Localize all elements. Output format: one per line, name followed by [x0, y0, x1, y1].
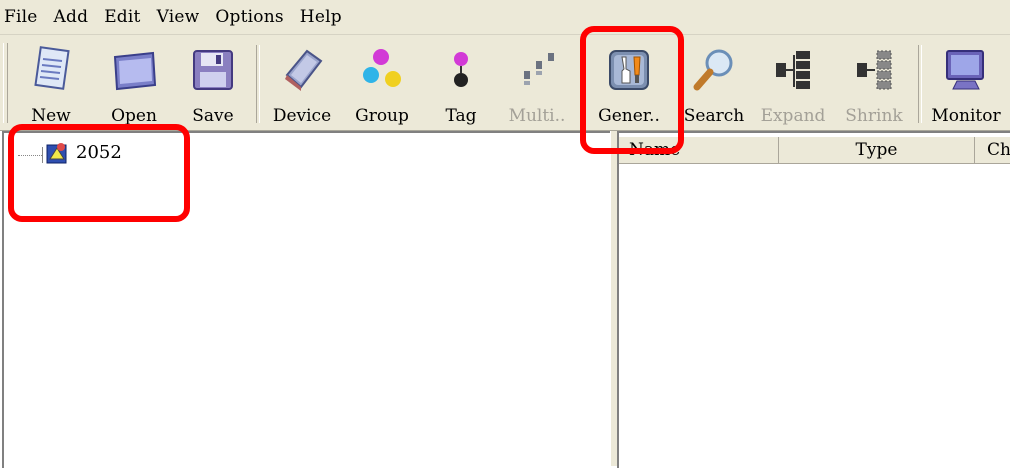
magnifier-search-icon [693, 49, 733, 91]
tree-connector [42, 147, 43, 163]
monitor-screen-icon [946, 50, 984, 90]
toolbar: New Open Save Device Group Tag Multi.. G… [0, 35, 1010, 131]
floppy-disk-icon [193, 50, 233, 90]
device-node-icon [46, 143, 67, 164]
generate-button[interactable]: Gener.. [594, 39, 664, 129]
group-button[interactable]: Group [346, 39, 418, 129]
expand-tree-icon [776, 51, 810, 89]
save-button[interactable]: Save [178, 39, 248, 129]
new-document-icon [34, 46, 70, 90]
toolbar-separator [580, 45, 584, 123]
multi-label: Multi.. [508, 106, 566, 126]
tree-connector [18, 155, 42, 156]
expand-button[interactable]: Expand [758, 39, 828, 129]
tree-node-label[interactable]: 2052 [76, 142, 122, 163]
search-label: Search [683, 106, 745, 126]
tag-icon [454, 52, 468, 87]
tag-label: Tag [445, 106, 477, 126]
menu-view[interactable]: View [149, 7, 208, 27]
new-label: New [31, 106, 71, 126]
device-module-icon [285, 49, 323, 91]
menu-edit[interactable]: Edit [96, 7, 148, 27]
group-circles-icon [363, 49, 401, 87]
search-button[interactable]: Search [680, 39, 748, 129]
device-button[interactable]: Device [264, 39, 340, 129]
shrink-tree-icon [857, 50, 892, 90]
multi-button[interactable]: Multi.. [504, 39, 570, 129]
toolbar-separator [918, 45, 922, 123]
toolbar-separator [256, 45, 260, 123]
multi-tag-icon [524, 53, 554, 85]
tag-button[interactable]: Tag [428, 39, 494, 129]
menu-options[interactable]: Options [207, 7, 291, 27]
new-button[interactable]: New [14, 39, 88, 129]
menu-bar: File Add Edit View Options Help [0, 0, 1010, 35]
column-header-ch[interactable]: Ch [975, 137, 1010, 163]
shrink-button[interactable]: Shrink [838, 39, 910, 129]
list-header: Name Type Ch [619, 137, 1010, 164]
menu-help[interactable]: Help [292, 7, 350, 27]
group-label: Group [355, 106, 409, 126]
device-tree-pane[interactable]: 2052 [2, 131, 610, 468]
shrink-label: Shrink [845, 106, 903, 126]
menu-add[interactable]: Add [46, 7, 97, 27]
monitor-label: Monitor [931, 106, 1001, 126]
open-folder-icon [113, 51, 157, 91]
tag-list-pane[interactable]: Name Type Ch [617, 131, 1010, 468]
menu-file[interactable]: File [0, 7, 46, 27]
expand-label: Expand [760, 106, 826, 126]
toolbar-grip[interactable] [3, 43, 8, 123]
open-button[interactable]: Open [96, 39, 172, 129]
device-label: Device [272, 106, 332, 126]
open-label: Open [111, 106, 157, 126]
column-header-type[interactable]: Type [779, 137, 975, 163]
save-label: Save [192, 106, 234, 126]
monitor-button[interactable]: Monitor [926, 39, 1006, 129]
generate-label: Gener.. [598, 106, 660, 126]
column-header-name[interactable]: Name [619, 137, 779, 163]
tools-wrench-screwdriver-icon [609, 50, 649, 90]
